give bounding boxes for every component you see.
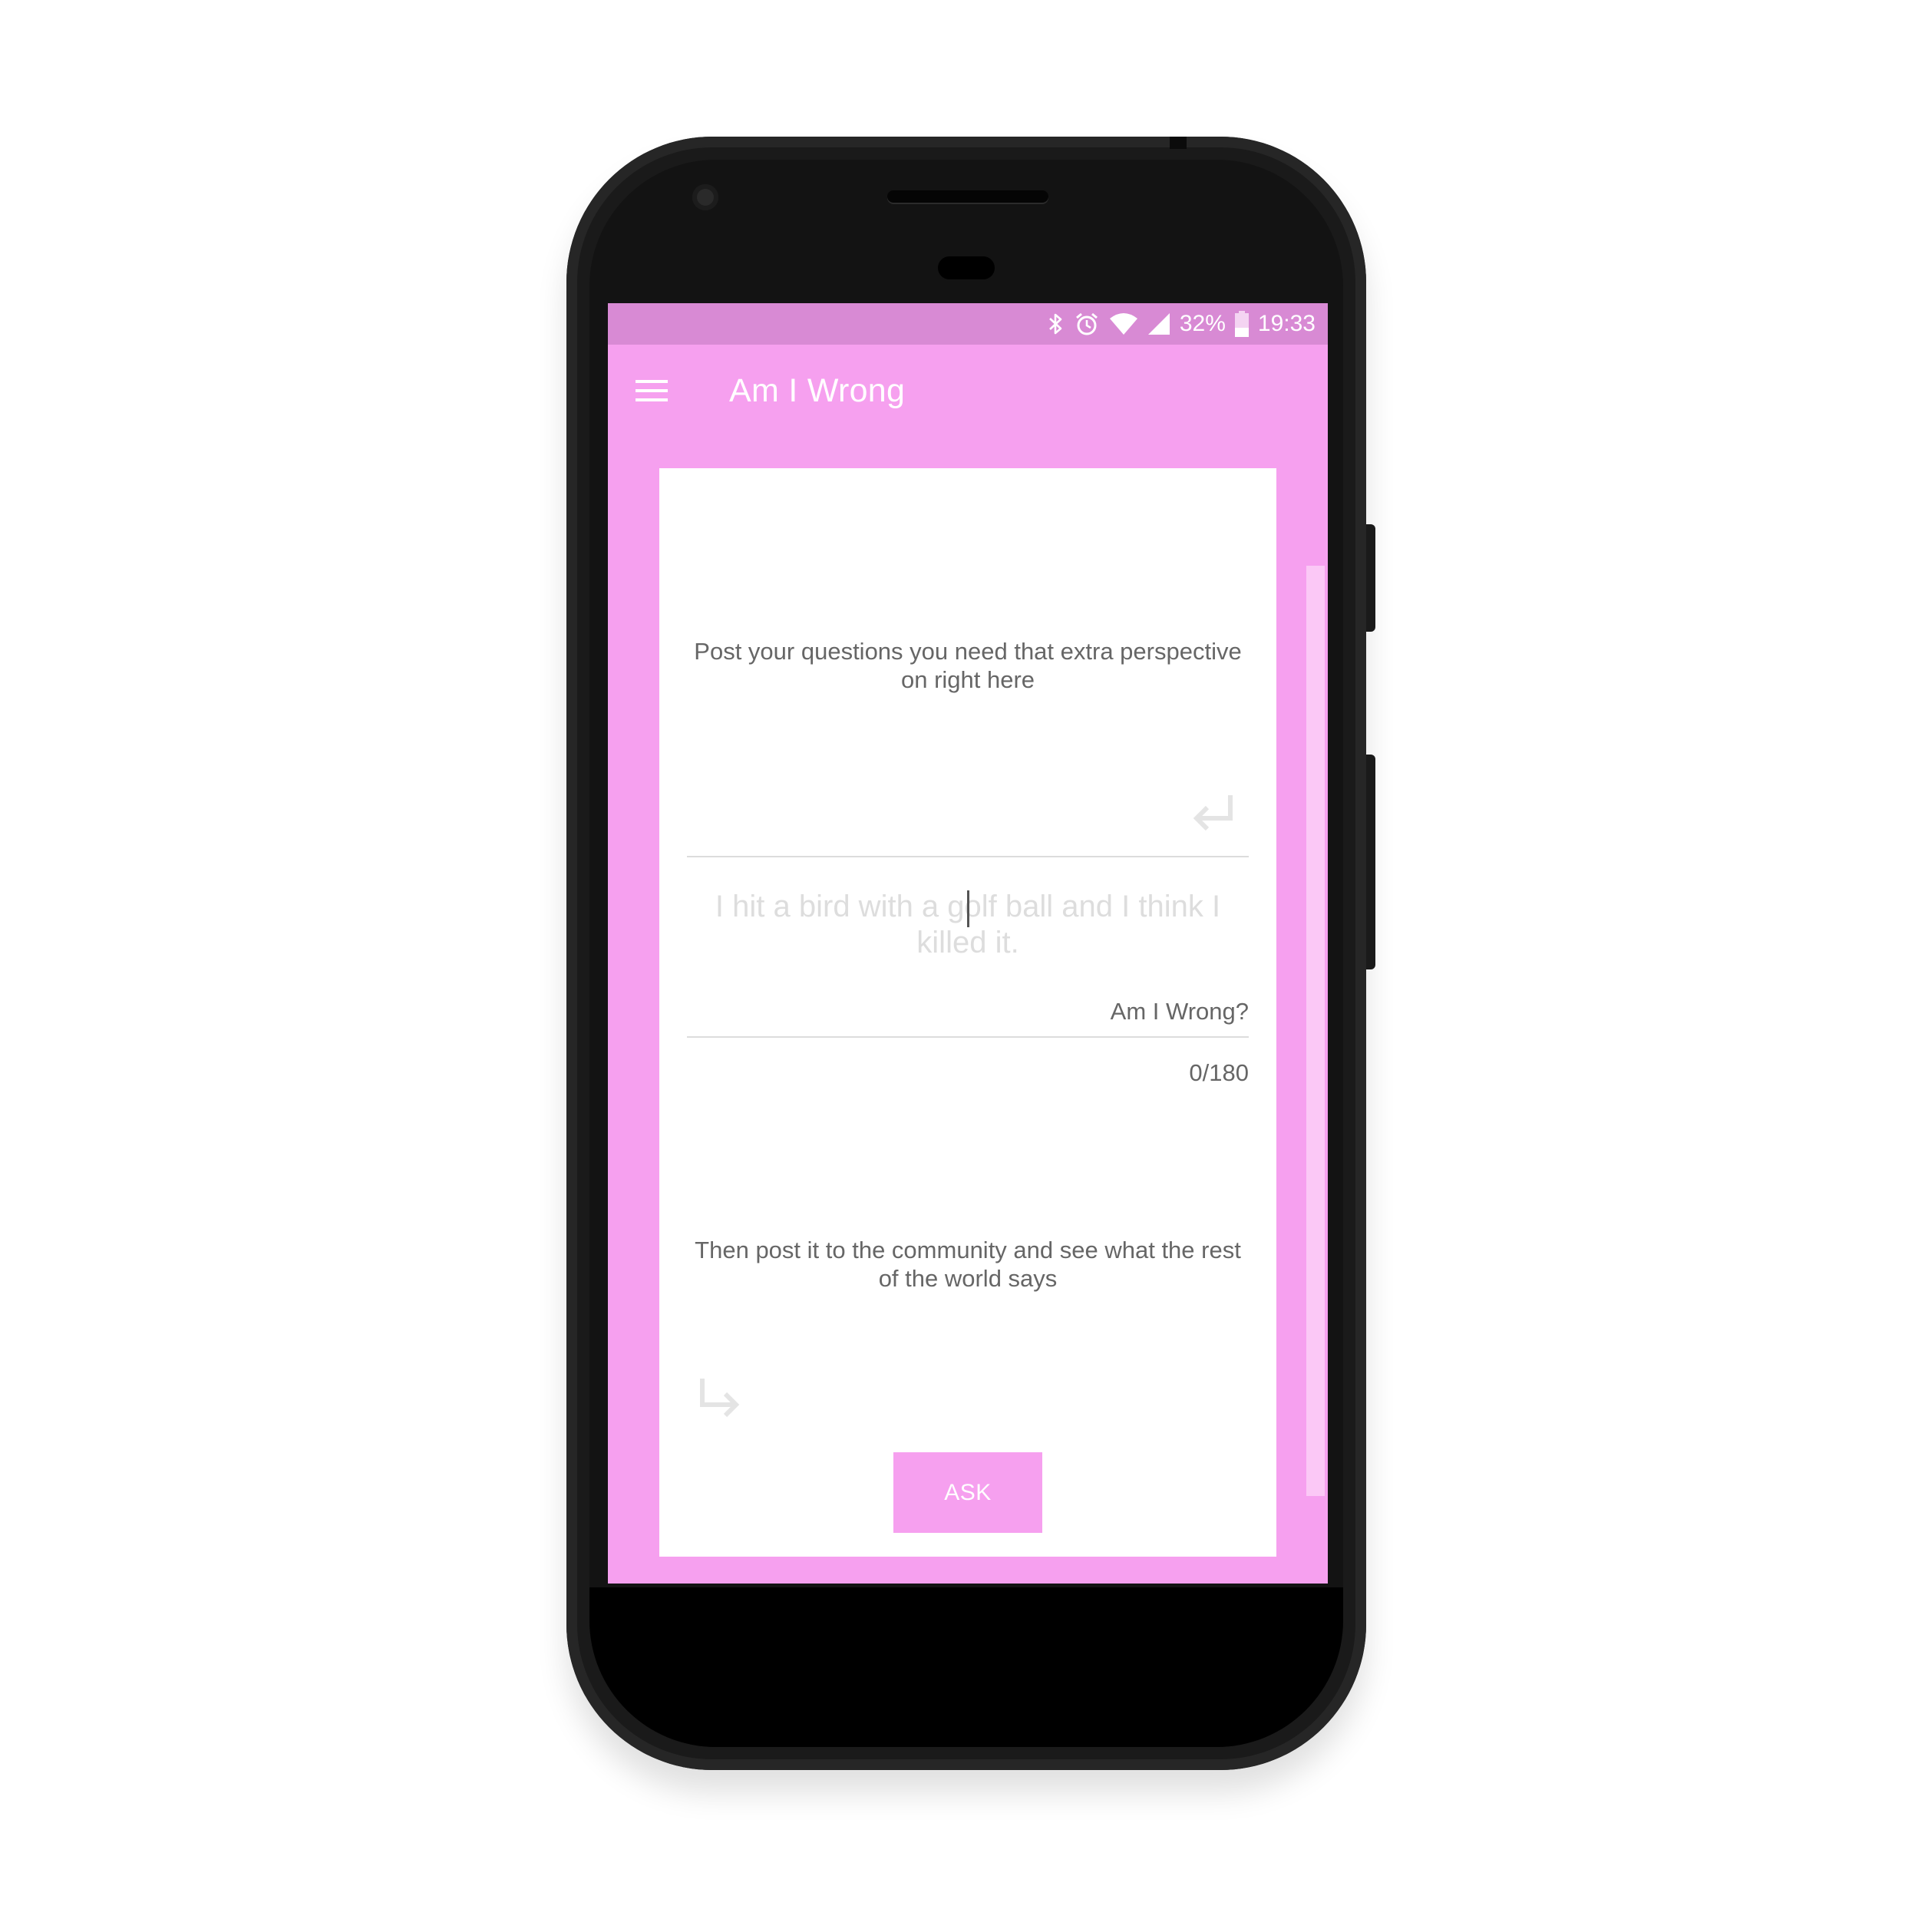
screen: 32% 19:33 Am I Wrong Post your questions…: [608, 303, 1328, 1584]
scrollbar[interactable]: [1306, 566, 1325, 1496]
status-bar: 32% 19:33: [608, 303, 1328, 345]
subdirectory-arrow-right-icon: [695, 1374, 745, 1425]
status-icons: 32% 19:33: [1046, 303, 1316, 345]
keyboard-return-icon: [1189, 789, 1240, 840]
app-title: Am I Wrong: [729, 372, 906, 409]
ask-card: Post your questions you need that extra …: [659, 468, 1276, 1557]
bluetooth-icon: [1046, 312, 1065, 336]
front-camera-icon: [692, 184, 718, 210]
character-counter: 0/180: [1189, 1059, 1249, 1086]
proximity-sensor: [938, 256, 995, 279]
text-cursor: [967, 890, 969, 927]
ask-button[interactable]: ASK: [893, 1452, 1042, 1533]
phone-chin: [589, 1587, 1343, 1747]
power-button: [1366, 524, 1375, 632]
clock: 19:33: [1257, 311, 1316, 336]
antenna-line: [1170, 137, 1187, 149]
question-suffix-label: Am I Wrong?: [1110, 998, 1249, 1025]
intro-text: Post your questions you need that extra …: [694, 638, 1242, 693]
input-divider-bottom: [687, 1036, 1249, 1038]
hamburger-menu-icon[interactable]: [634, 375, 669, 406]
battery-percent: 32%: [1179, 311, 1226, 336]
app-bar: Am I Wrong: [608, 345, 1328, 441]
battery-icon: [1234, 311, 1249, 337]
earpiece-speaker: [887, 190, 1048, 203]
volume-button: [1366, 755, 1375, 969]
input-divider-top: [687, 856, 1249, 857]
community-text: Then post it to the community and see wh…: [695, 1237, 1241, 1292]
stage: 32% 19:33 Am I Wrong Post your questions…: [0, 0, 1928, 1932]
cell-signal-icon: [1147, 312, 1170, 335]
wifi-icon: [1109, 312, 1138, 335]
alarm-icon: [1074, 311, 1100, 337]
